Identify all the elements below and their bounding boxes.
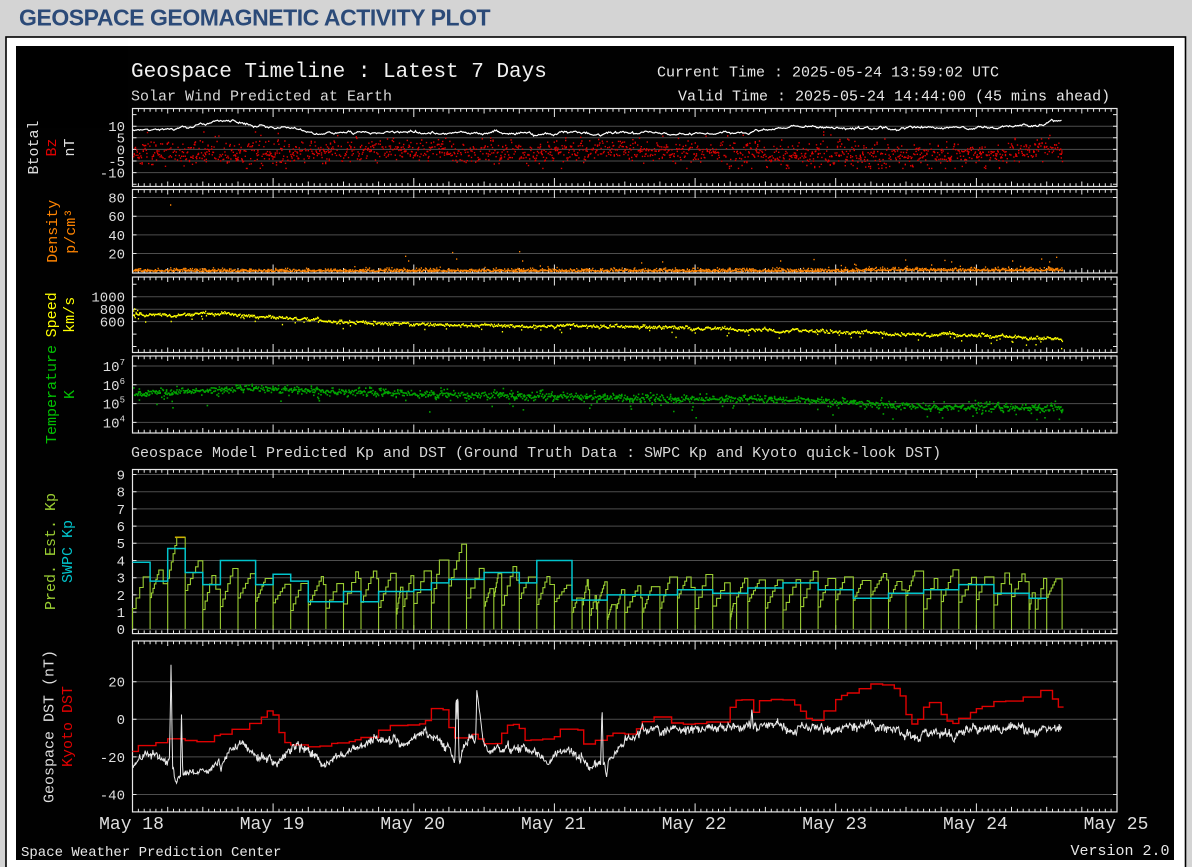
svg-text:40: 40 [108, 229, 125, 245]
svg-text:20: 20 [108, 247, 125, 263]
svg-text:Solar Wind Predicted at Earth: Solar Wind Predicted at Earth [131, 89, 392, 106]
svg-text:May 24: May 24 [943, 815, 1008, 835]
svg-text:May 20: May 20 [380, 815, 445, 835]
svg-text:May 18: May 18 [99, 815, 164, 835]
svg-text:20: 20 [108, 676, 125, 692]
svg-text:-40: -40 [100, 788, 125, 804]
svg-text:Density: Density [45, 200, 62, 263]
svg-text:-10: -10 [100, 167, 125, 183]
svg-text:Speed: Speed [44, 292, 61, 337]
svg-text:600: 600 [100, 316, 125, 332]
svg-text:Space Weather Prediction Cente: Space Weather Prediction Center [21, 845, 281, 861]
svg-text:3: 3 [117, 572, 125, 588]
svg-text:1: 1 [117, 606, 125, 622]
svg-text:Geospace DST (nT): Geospace DST (nT) [42, 650, 59, 803]
svg-text:60: 60 [108, 210, 125, 226]
svg-text:80: 80 [108, 191, 125, 207]
svg-text:SWPC Kp: SWPC Kp [60, 520, 77, 583]
svg-text:km/s: km/s [62, 297, 79, 333]
svg-text:7: 7 [117, 503, 125, 519]
svg-text:May 21: May 21 [521, 815, 586, 835]
svg-text:0: 0 [117, 713, 125, 729]
svg-text:2: 2 [117, 589, 125, 605]
svg-text:May 19: May 19 [240, 815, 305, 835]
svg-text:8: 8 [117, 486, 125, 502]
svg-text:Version 2.0: Version 2.0 [1070, 843, 1169, 860]
svg-text:Geospace Timeline : Latest 7 D: Geospace Timeline : Latest 7 Days [131, 61, 547, 84]
svg-text:0: 0 [117, 623, 125, 639]
svg-text:5: 5 [117, 537, 125, 553]
svg-text:9: 9 [117, 468, 125, 484]
svg-text:May 25: May 25 [1084, 815, 1149, 835]
svg-text:4: 4 [117, 554, 125, 570]
svg-text:Kyoto DST: Kyoto DST [60, 686, 77, 767]
svg-text:May 22: May 22 [662, 815, 727, 835]
svg-text:K: K [62, 390, 79, 399]
svg-text:Temperature: Temperature [44, 345, 61, 444]
svg-text:6: 6 [117, 520, 125, 536]
svg-text:Geospace Model Predicted Kp an: Geospace Model Predicted Kp and DST (Gro… [131, 445, 941, 462]
svg-text:nT: nT [62, 138, 79, 156]
svg-text:GEOSPACE GEOMAGNETIC ACTIVITY: GEOSPACE GEOMAGNETIC ACTIVITY PLOT [19, 5, 491, 31]
svg-text:-20: -20 [100, 751, 125, 767]
svg-text:Valid Time : 2025-05-24 14:44:: Valid Time : 2025-05-24 14:44:00 (45 min… [678, 89, 1110, 106]
svg-text:Bz: Bz [44, 138, 61, 156]
svg-text:p/cm³: p/cm³ [63, 209, 80, 254]
svg-text:Btotal: Btotal [26, 120, 43, 174]
svg-text:Pred. Est. Kp: Pred. Est. Kp [43, 493, 60, 610]
svg-text:Current Time : 2025-05-24 13:5: Current Time : 2025-05-24 13:59:02 UTC [657, 65, 999, 82]
svg-text:May 23: May 23 [802, 815, 867, 835]
